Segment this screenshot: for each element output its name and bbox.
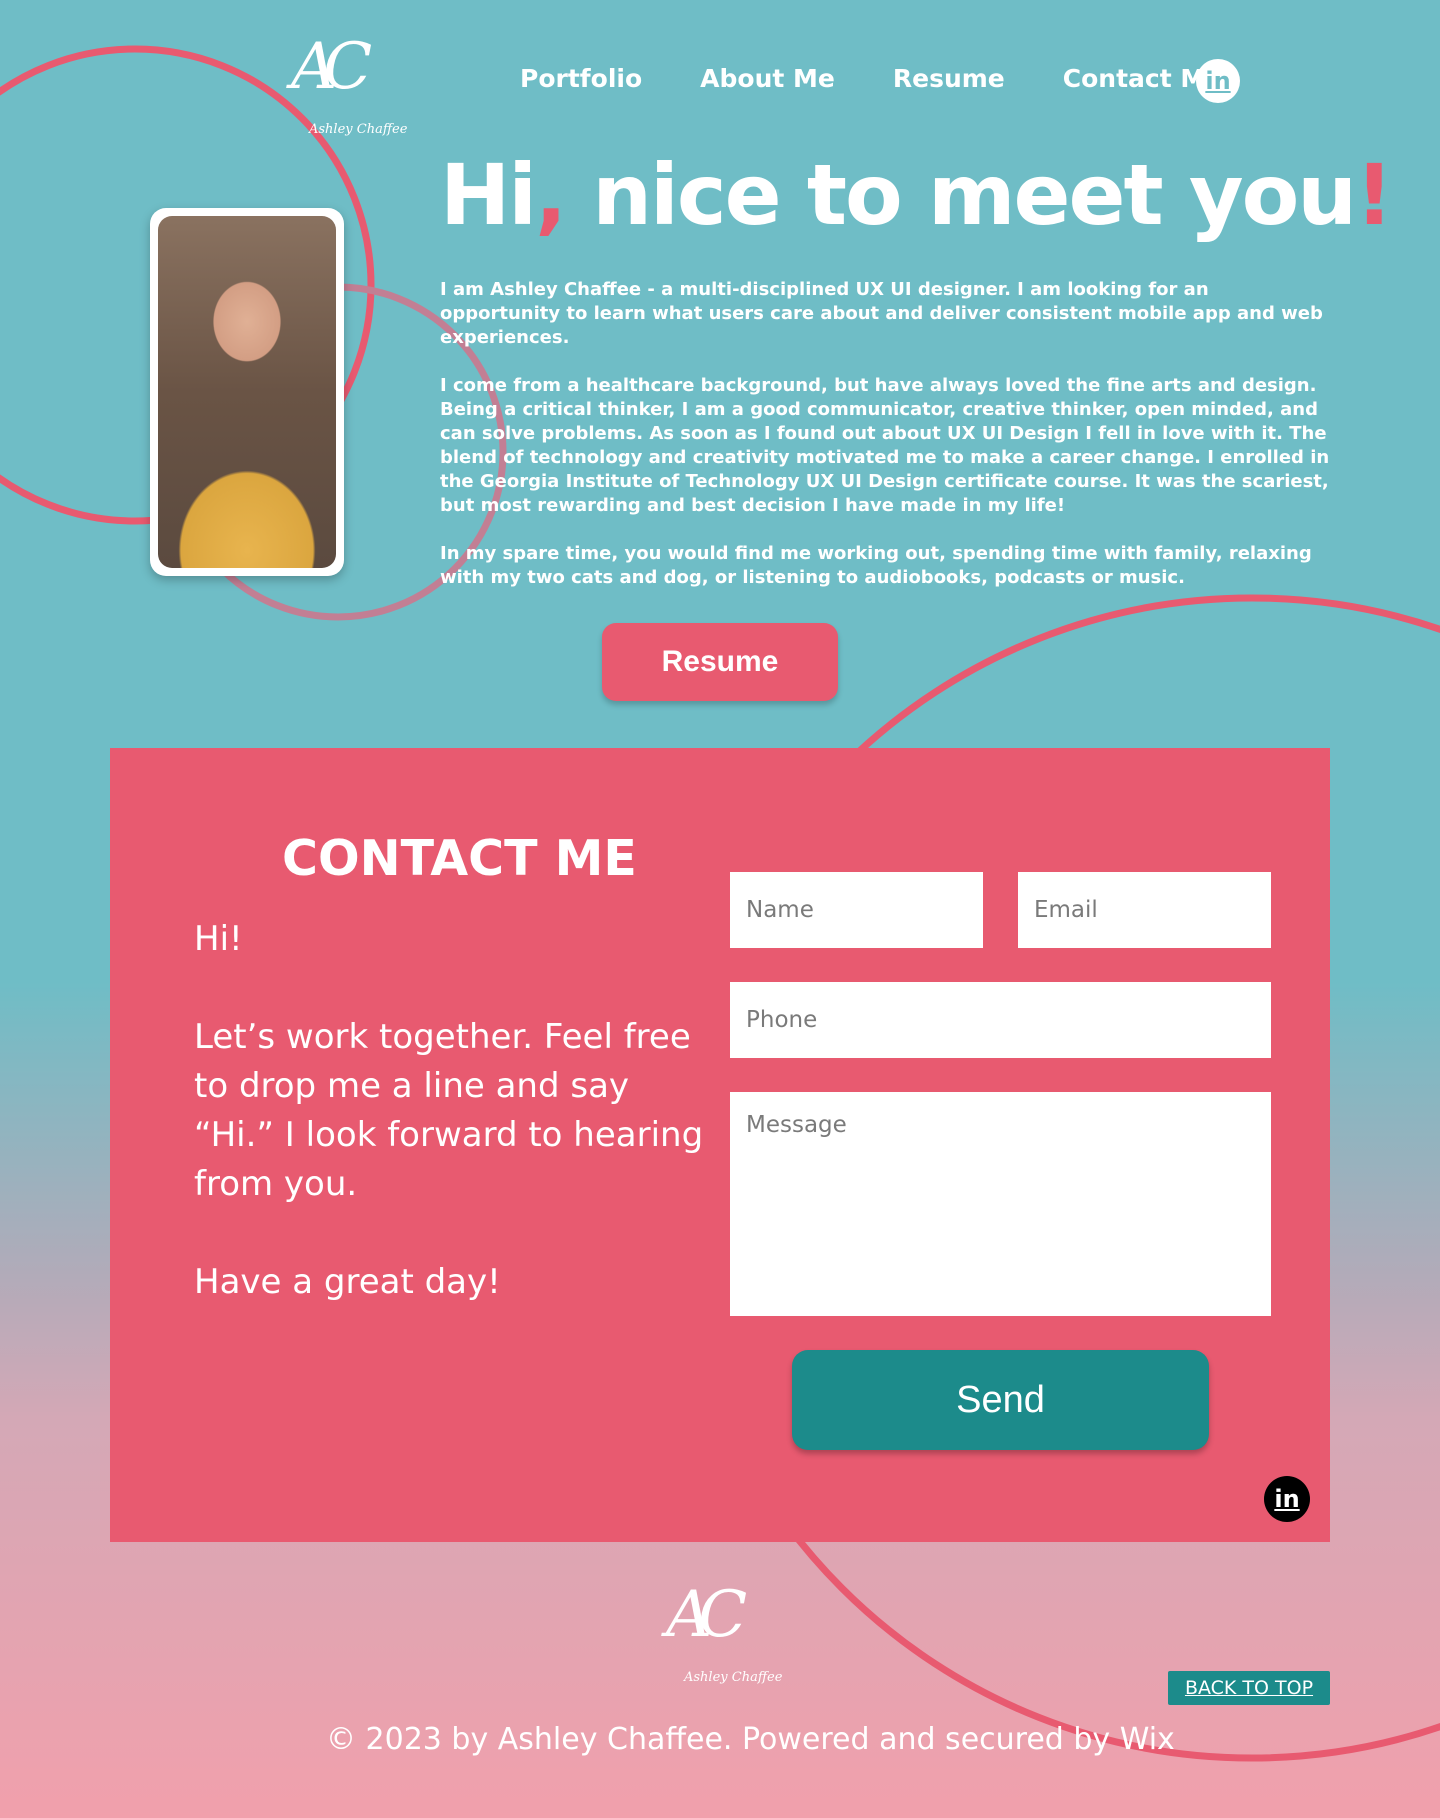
profile-photo <box>158 216 336 568</box>
back-to-top-button[interactable]: BACK TO TOP <box>1168 1671 1330 1705</box>
resume-button[interactable]: Resume <box>602 623 838 701</box>
logo-signature: Ashley Chaffee <box>684 1670 783 1685</box>
footer-logo[interactable]: AC Ashley Chaffee <box>660 1578 790 1690</box>
logo-signature: Ashley Chaffee <box>309 122 408 137</box>
contact-title: CONTACT ME <box>282 830 637 887</box>
nav-portfolio[interactable]: Portfolio <box>520 64 642 93</box>
profile-photo-frame <box>150 208 344 576</box>
contact-message-text: Hi! Let’s work together. Feel free to dr… <box>194 915 704 1356</box>
contact-paragraph: Let’s work together. Feel free to drop m… <box>194 1017 704 1204</box>
nav-about-me[interactable]: About Me <box>700 64 835 93</box>
linkedin-icon[interactable]: in <box>1196 59 1240 103</box>
name-field[interactable] <box>730 872 983 948</box>
main-nav: Portfolio About Me Resume Contact Me <box>520 64 1222 93</box>
logo-monogram: AC <box>291 30 372 104</box>
bio-paragraph: In my spare time, you would find me work… <box>440 543 1312 588</box>
bio-paragraph: I am Ashley Chaffee - a multi-discipline… <box>440 279 1323 348</box>
contact-paragraph: Have a great day! <box>194 1262 501 1302</box>
nav-resume[interactable]: Resume <box>893 64 1005 93</box>
email-field[interactable] <box>1018 872 1271 948</box>
message-field[interactable] <box>730 1092 1271 1316</box>
logo-monogram: AC <box>666 1578 747 1652</box>
bio-paragraph: I come from a healthcare background, but… <box>440 375 1330 516</box>
bio-text: I am Ashley Chaffee - a multi-discipline… <box>440 278 1330 614</box>
hero-heading: Hi, nice to meet you! <box>440 146 1393 244</box>
send-button[interactable]: Send <box>792 1350 1209 1450</box>
linkedin-icon[interactable]: in <box>1264 1476 1310 1522</box>
contact-paragraph: Hi! <box>194 919 243 959</box>
copyright-text: © 2023 by Ashley Chaffee. Powered and se… <box>326 1722 1175 1757</box>
phone-field[interactable] <box>730 982 1271 1058</box>
logo[interactable]: AC Ashley Chaffee <box>285 30 415 142</box>
